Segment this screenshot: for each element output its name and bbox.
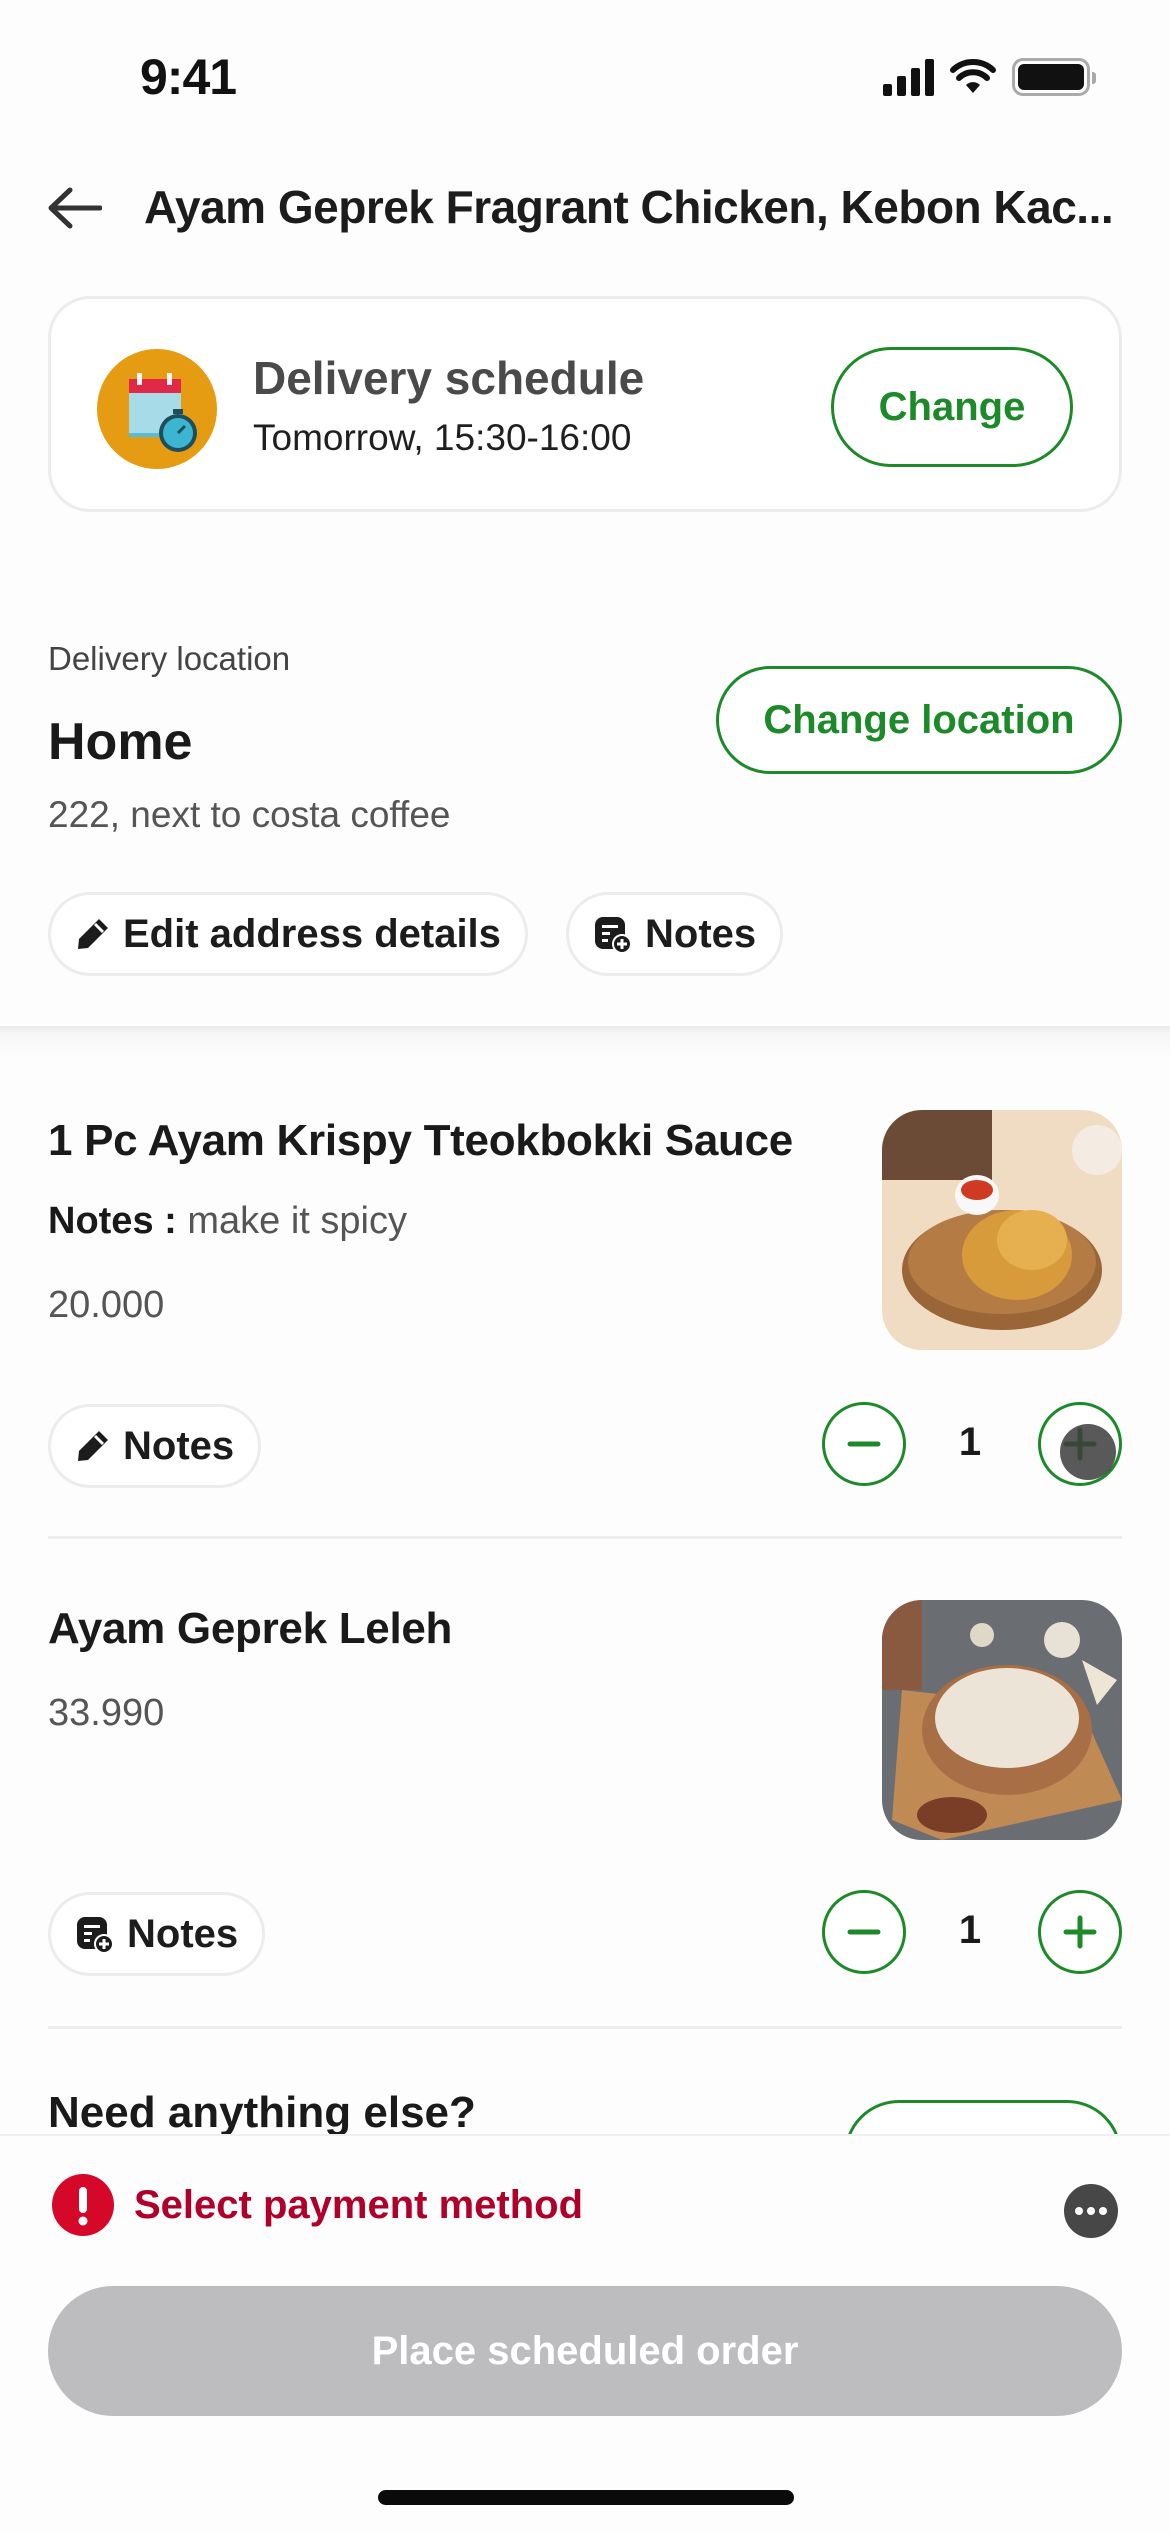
minus-icon <box>847 1441 881 1447</box>
item-name: 1 Pc Ayam Krispy Tteokbokki Sauce <box>48 1116 793 1165</box>
change-schedule-button[interactable]: Change <box>831 347 1073 467</box>
change-location-button[interactable]: Change location <box>716 666 1122 774</box>
status-bar: 9:41 <box>0 0 1170 150</box>
status-time: 9:41 <box>140 49 237 105</box>
plus-icon <box>1063 1915 1097 1949</box>
back-button[interactable] <box>44 178 104 238</box>
item-quantity: 1 <box>958 1420 982 1464</box>
item-notes-text: make it spicy <box>187 1200 407 1242</box>
decrease-quantity-button[interactable] <box>822 1402 906 1486</box>
battery-icon <box>1012 58 1096 96</box>
payment-alert-text: Select payment method <box>134 2182 584 2227</box>
place-scheduled-order-button[interactable]: Place scheduled order <box>48 2286 1122 2416</box>
more-horizontal-icon <box>1075 2207 1083 2215</box>
item-notes: Notes : make it spicy <box>48 1200 407 1243</box>
increase-quantity-button[interactable] <box>1038 1890 1122 1974</box>
schedule-time: Tomorrow, 15:30-16:00 <box>253 417 632 458</box>
item-name: Ayam Geprek Leleh <box>48 1604 453 1653</box>
wifi-icon <box>950 59 996 93</box>
select-payment-method[interactable]: Select payment method <box>52 2174 583 2236</box>
item-price: 20.000 <box>48 1284 165 1326</box>
status-icons <box>883 58 1096 96</box>
location-address: 222, next to costa coffee <box>48 794 451 835</box>
home-indicator[interactable] <box>378 2490 794 2505</box>
item-price: 33.990 <box>48 1692 165 1734</box>
exclamation-icon <box>52 2174 114 2236</box>
item-divider <box>48 2026 1122 2029</box>
note-add-icon <box>77 1917 114 1954</box>
arrow-left-icon <box>48 187 102 229</box>
decrease-quantity-button[interactable] <box>822 1890 906 1974</box>
item-divider <box>48 1536 1122 1539</box>
cellular-signal-icon <box>883 58 934 96</box>
pencil-icon <box>78 1431 108 1461</box>
address-notes-button[interactable]: Notes <box>566 892 784 976</box>
item-notes-button-label: Notes <box>123 1423 235 1468</box>
delivery-schedule-card: Delivery schedule Tomorrow, 15:30-16:00 … <box>48 296 1122 512</box>
address-notes-label: Notes <box>645 911 757 956</box>
note-add-icon <box>595 917 632 954</box>
increase-quantity-button[interactable] <box>1038 1402 1122 1486</box>
edit-address-button[interactable]: Edit address details <box>48 892 528 976</box>
item-notes-prefix: Notes : <box>48 1200 177 1242</box>
header: Ayam Geprek Fragrant Chicken, Kebon Kac.… <box>0 170 1170 240</box>
minus-icon <box>847 1929 881 1935</box>
fried-chicken-photo <box>882 1110 1122 1350</box>
item-notes-button-label: Notes <box>127 1911 239 1956</box>
item-notes-button[interactable]: Notes <box>48 1892 266 1976</box>
item-notes-button[interactable]: Notes <box>48 1404 262 1488</box>
delivery-location-label: Delivery location <box>48 640 291 677</box>
location-name: Home <box>48 713 193 771</box>
plus-icon <box>1063 1427 1097 1461</box>
section-divider <box>0 1026 1170 1052</box>
cheese-chicken-photo <box>882 1600 1122 1840</box>
restaurant-title: Ayam Geprek Fragrant Chicken, Kebon Kac.… <box>144 181 1114 233</box>
calendar-stopwatch-icon <box>97 349 217 469</box>
schedule-title: Delivery schedule <box>253 352 645 404</box>
item-quantity: 1 <box>958 1908 982 1952</box>
checkout-panel: Select payment method Place scheduled or… <box>0 2134 1170 2532</box>
edit-address-label: Edit address details <box>123 911 501 956</box>
pencil-icon <box>78 919 108 949</box>
upsell-title: Need anything else? <box>48 2088 476 2137</box>
more-options-button[interactable] <box>1064 2184 1118 2238</box>
